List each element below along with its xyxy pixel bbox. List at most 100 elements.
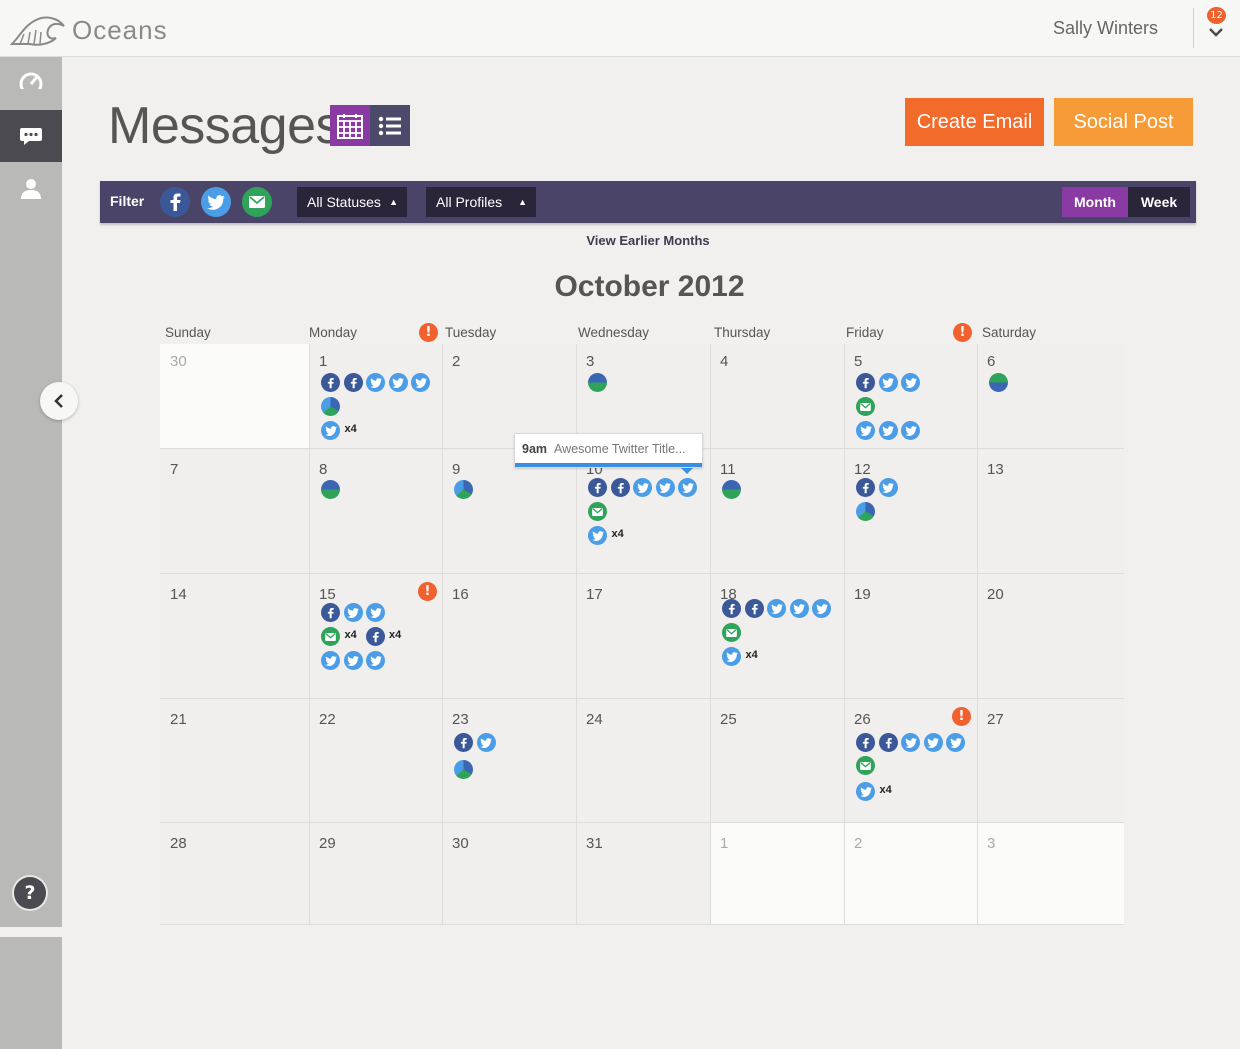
twitter-post-icon[interactable] (411, 373, 430, 392)
twitter-post-icon[interactable] (878, 421, 898, 440)
twitter-post-icon[interactable] (655, 478, 675, 497)
twitter-post-icon[interactable] (366, 373, 385, 392)
calendar-day-cell[interactable]: 4 (711, 344, 845, 449)
social-post-button[interactable]: Social Post (1054, 98, 1193, 146)
twitter-post-icon[interactable] (388, 373, 408, 392)
calendar-day-cell[interactable]: 3 (978, 823, 1124, 925)
scheduled-status-icon[interactable] (588, 373, 607, 392)
twitter-post-icon[interactable] (946, 733, 965, 752)
facebook-post-icon[interactable] (856, 733, 875, 752)
email-post-icon[interactable] (588, 502, 607, 521)
facebook-post-icon[interactable] (856, 373, 875, 392)
mixed-status-icon[interactable] (454, 480, 473, 499)
calendar-day-cell[interactable]: 2 (845, 823, 978, 925)
twitter-post-icon[interactable] (476, 733, 496, 752)
twitter-post-icon[interactable] (878, 373, 898, 392)
facebook-post-icon[interactable] (856, 478, 875, 497)
email-post-icon[interactable] (321, 627, 340, 646)
twitter-post-icon[interactable] (812, 599, 831, 618)
mixed-status-icon[interactable] (856, 502, 875, 521)
twitter-post-icon[interactable] (588, 526, 607, 545)
calendar-day-cell[interactable]: 16 (443, 574, 577, 699)
twitter-post-icon[interactable] (923, 733, 943, 752)
twitter-post-icon[interactable] (767, 599, 786, 618)
calendar-day-cell[interactable]: 12 (845, 449, 978, 574)
filter-facebook-toggle[interactable] (160, 187, 190, 217)
facebook-post-icon[interactable] (610, 478, 630, 497)
facebook-post-icon[interactable] (343, 373, 363, 392)
calendar-day-cell[interactable]: 21 (160, 699, 310, 823)
mixed-status-icon[interactable] (454, 760, 473, 779)
view-earlier-months-link[interactable]: View Earlier Months (0, 233, 1240, 248)
alert-icon[interactable]: ! (418, 582, 437, 601)
twitter-post-icon[interactable] (856, 782, 875, 801)
twitter-post-icon[interactable] (901, 421, 920, 440)
profiles-dropdown[interactable]: All Profiles ▲ (426, 187, 536, 217)
calendar-day-cell[interactable]: 1 x4 (310, 344, 443, 449)
sidebar-item-dashboard[interactable] (0, 57, 62, 109)
twitter-post-icon[interactable] (856, 421, 875, 440)
facebook-post-icon[interactable] (454, 733, 473, 752)
notification-badge[interactable]: 12 (1207, 7, 1226, 24)
list-view-button[interactable] (370, 105, 410, 146)
scheduled-status-icon[interactable] (722, 480, 741, 499)
collapse-sidebar-button[interactable] (40, 382, 78, 420)
twitter-post-icon[interactable] (366, 603, 385, 622)
calendar-view-button[interactable] (330, 105, 370, 146)
calendar-day-cell[interactable]: 28 (160, 823, 310, 925)
calendar-day-cell[interactable]: 23 (443, 699, 577, 823)
calendar-day-cell[interactable]: 13 (978, 449, 1124, 574)
twitter-post-icon[interactable] (901, 373, 920, 392)
twitter-post-icon[interactable] (343, 651, 363, 670)
calendar-day-cell[interactable]: 11 (711, 449, 845, 574)
calendar-day-cell[interactable]: 22 (310, 699, 443, 823)
facebook-post-icon[interactable] (744, 599, 764, 618)
email-post-icon[interactable] (856, 397, 875, 416)
calendar-day-cell[interactable]: 14 (160, 574, 310, 699)
email-post-icon[interactable] (856, 756, 875, 775)
calendar-day-cell[interactable]: 8 (310, 449, 443, 574)
mixed-status-icon[interactable] (321, 397, 340, 416)
facebook-post-icon[interactable] (588, 478, 607, 497)
user-name[interactable]: Sally Winters (1053, 18, 1158, 39)
scheduled-status-icon[interactable] (321, 480, 340, 499)
calendar-day-cell[interactable]: 20 (978, 574, 1124, 699)
post-tooltip[interactable]: 9am Awesome Twitter Title... (514, 433, 703, 474)
email-post-icon[interactable] (722, 623, 741, 642)
calendar-day-cell[interactable]: 25 (711, 699, 845, 823)
twitter-post-icon[interactable] (722, 647, 741, 666)
calendar-day-cell[interactable]: 6 (978, 344, 1124, 449)
twitter-post-icon[interactable] (901, 733, 920, 752)
twitter-post-icon[interactable] (633, 478, 652, 497)
help-button[interactable]: ? (14, 877, 46, 909)
week-toggle[interactable]: Week (1128, 187, 1190, 217)
calendar-day-cell[interactable]: 7 (160, 449, 310, 574)
twitter-post-icon[interactable] (789, 599, 809, 618)
twitter-post-icon[interactable] (321, 651, 340, 670)
calendar-day-cell[interactable]: 30 (160, 344, 310, 449)
twitter-post-icon[interactable] (678, 478, 697, 497)
filter-email-toggle[interactable] (242, 187, 272, 217)
create-email-button[interactable]: Create Email (905, 98, 1044, 146)
calendar-day-cell[interactable]: 5 (845, 344, 978, 449)
chevron-down-icon[interactable] (1208, 26, 1224, 38)
calendar-day-cell[interactable]: 24 (577, 699, 711, 823)
alert-icon[interactable]: ! (953, 323, 972, 342)
calendar-day-cell[interactable]: 19 (845, 574, 978, 699)
twitter-post-icon[interactable] (366, 651, 385, 670)
calendar-day-cell[interactable]: 31 (577, 823, 711, 925)
alert-icon[interactable]: ! (952, 707, 971, 726)
month-toggle[interactable]: Month (1062, 187, 1128, 217)
sidebar-item-messages[interactable] (0, 110, 62, 162)
facebook-post-icon[interactable] (878, 733, 898, 752)
twitter-post-icon[interactable] (321, 421, 340, 440)
calendar-day-cell[interactable]: 29 (310, 823, 443, 925)
calendar-day-cell[interactable]: 18 x4 (711, 574, 845, 699)
facebook-post-icon[interactable] (321, 603, 340, 622)
twitter-post-icon[interactable] (878, 478, 898, 497)
filter-twitter-toggle[interactable] (201, 187, 231, 217)
facebook-post-icon[interactable] (321, 373, 340, 392)
calendar-day-cell[interactable]: 27 (978, 699, 1124, 823)
status-dropdown[interactable]: All Statuses ▲ (297, 187, 407, 217)
twitter-post-icon[interactable] (343, 603, 363, 622)
